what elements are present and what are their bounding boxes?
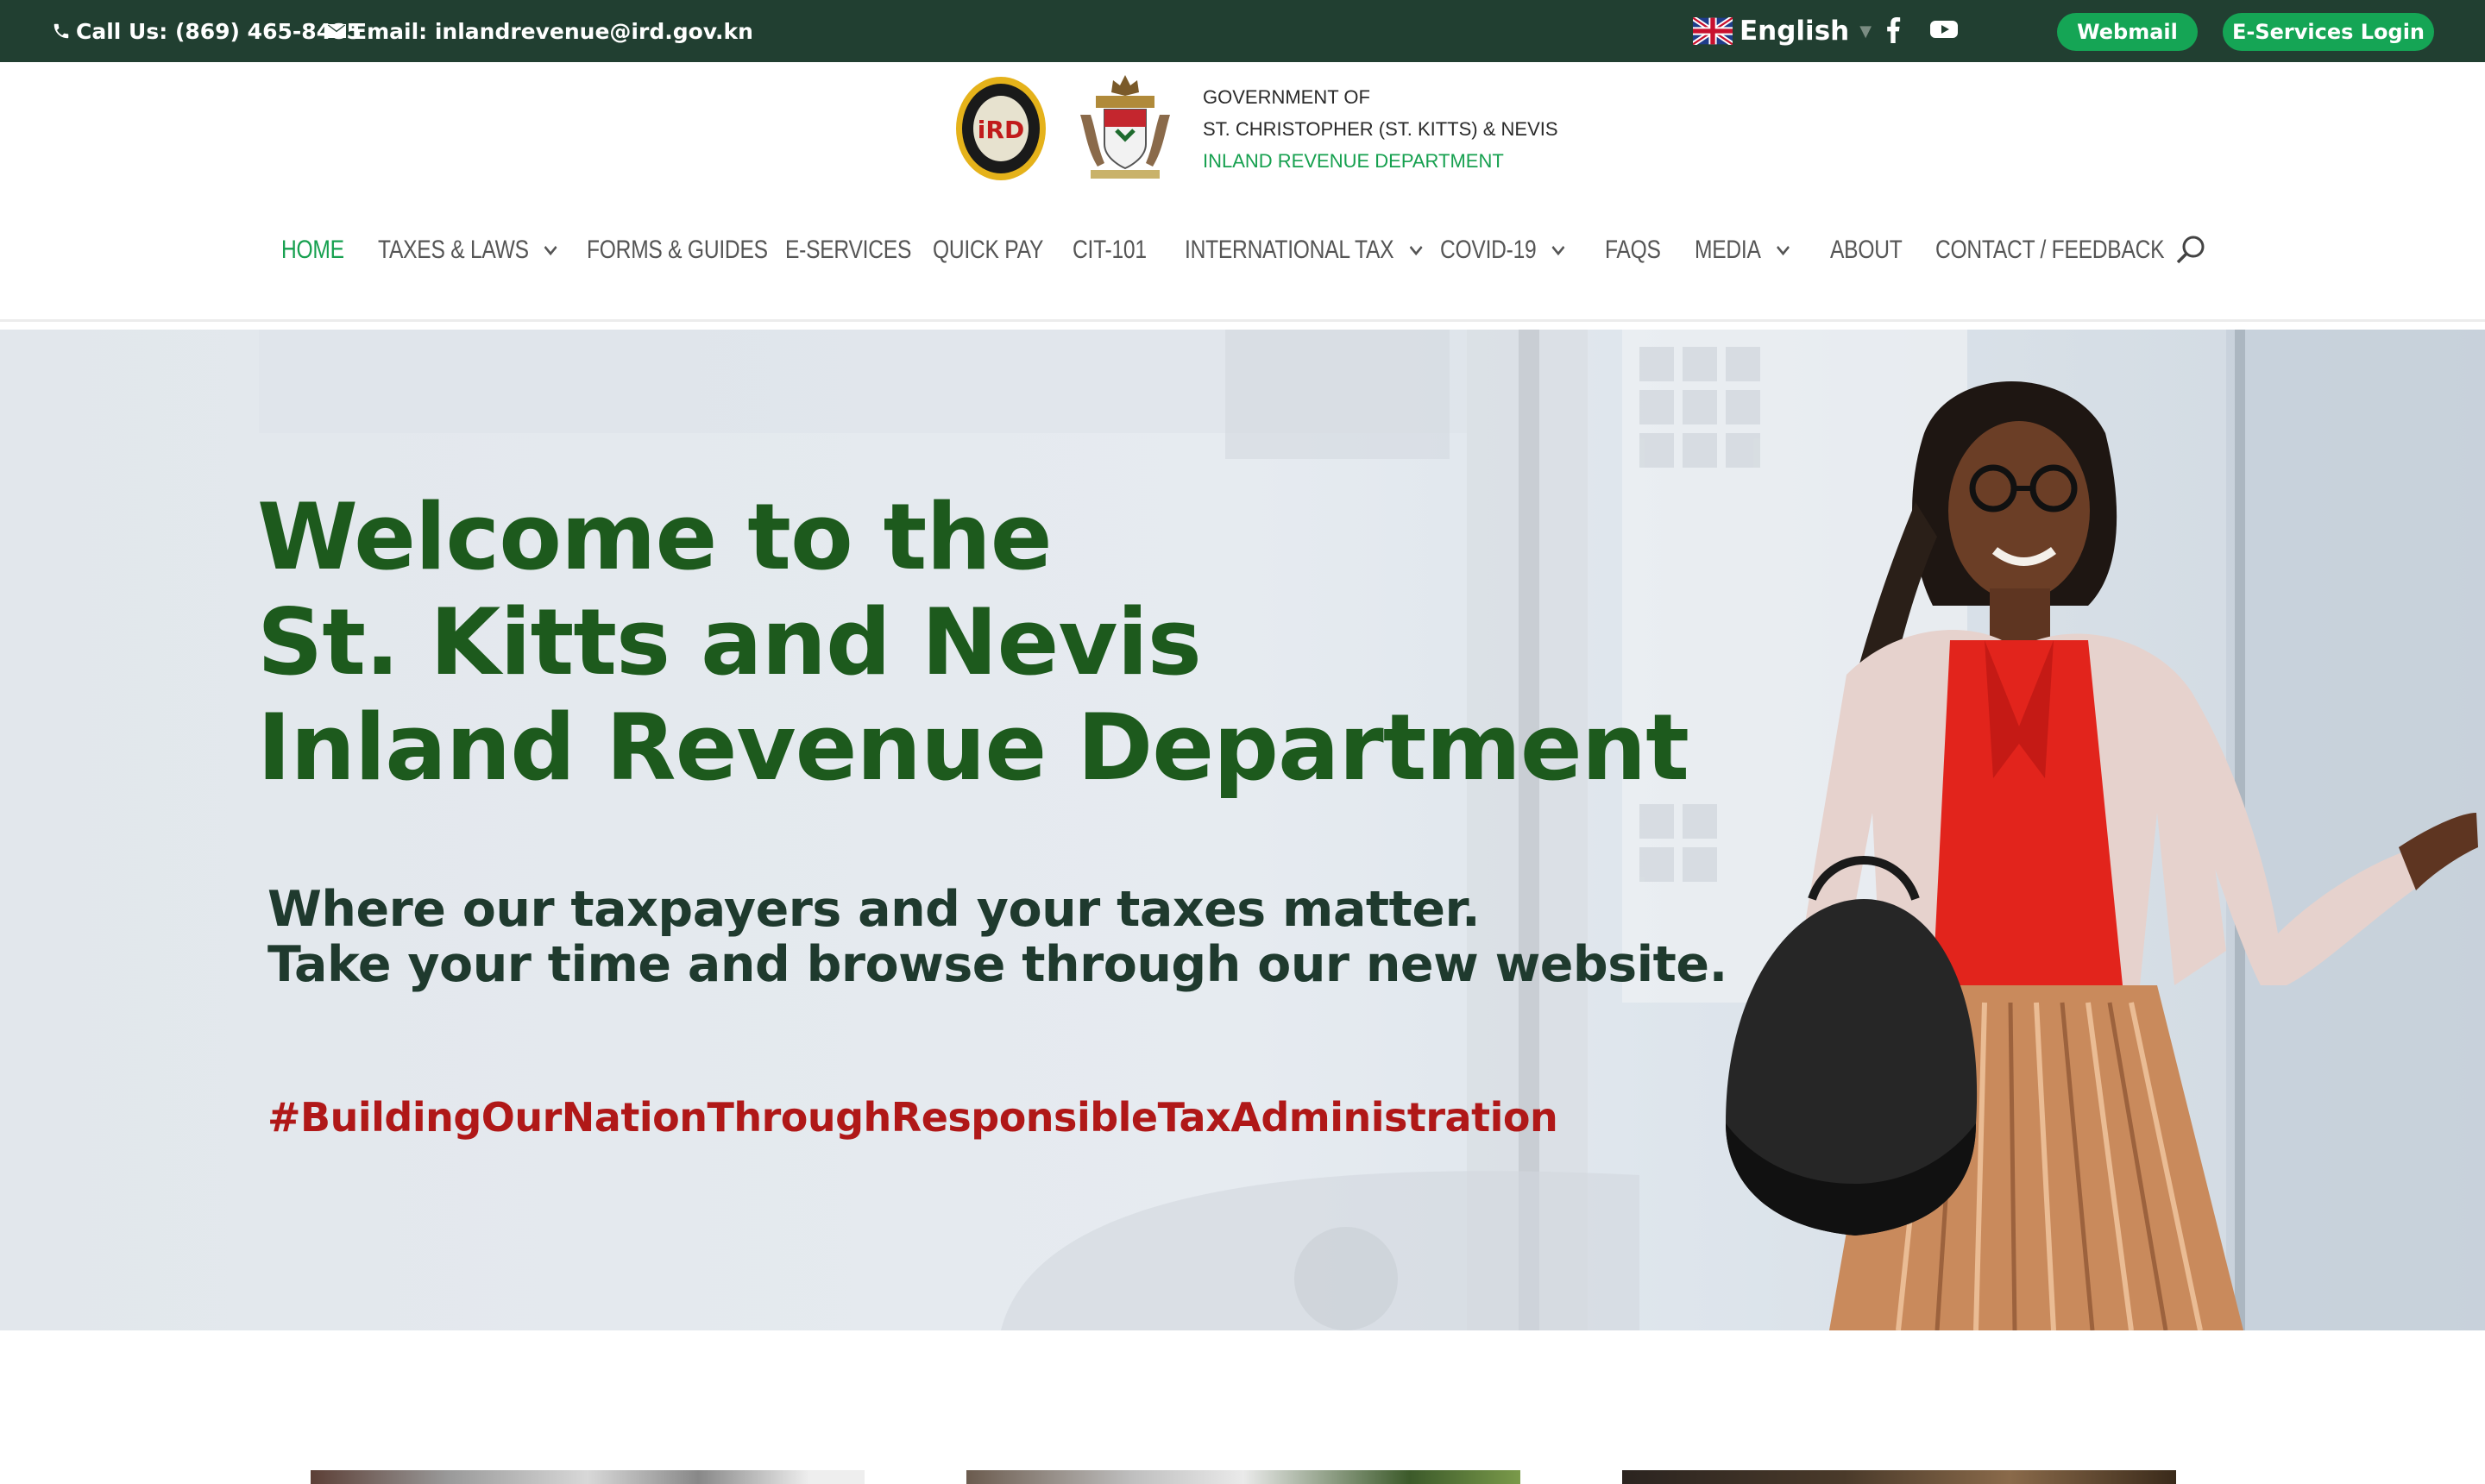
language-selector[interactable]: English ▼ bbox=[1693, 0, 1872, 62]
email-contact[interactable]: Email: inlandrevenue@ird.gov.kn bbox=[326, 0, 753, 62]
phone-contact[interactable]: Call Us: (869) 465-8485 bbox=[52, 0, 362, 62]
youtube-link[interactable] bbox=[1929, 17, 1959, 46]
nav-label: INTERNATIONAL TAX bbox=[1185, 236, 1394, 264]
chevron-down-icon bbox=[544, 245, 557, 256]
youtube-icon bbox=[1930, 21, 1958, 38]
nav-international-tax[interactable]: INTERNATIONAL TAX bbox=[1185, 223, 1424, 278]
hero-person-image bbox=[1726, 381, 2478, 1330]
nav-label: MEDIA bbox=[1695, 236, 1761, 264]
nav-covid-19[interactable]: COVID-19 bbox=[1440, 223, 1566, 278]
nav-label: HOME bbox=[281, 236, 344, 264]
chevron-down-icon bbox=[1551, 245, 1565, 256]
coat-of-arms-logo bbox=[1080, 75, 1170, 179]
chevron-down-icon bbox=[1409, 245, 1423, 256]
nav-forms-guides[interactable]: FORMS & GUIDES bbox=[587, 223, 768, 278]
nav-taxes-laws[interactable]: TAXES & LAWS bbox=[378, 223, 558, 278]
nav-contact-feedback[interactable]: CONTACT / FEEDBACK bbox=[1935, 223, 2165, 278]
feature-card-3-image[interactable] bbox=[1622, 1470, 2176, 1484]
nav-label: FORMS & GUIDES bbox=[587, 236, 768, 264]
nav-media[interactable]: MEDIA bbox=[1695, 223, 1790, 278]
phone-icon bbox=[53, 23, 69, 39]
feature-card-2-image[interactable] bbox=[966, 1470, 1520, 1484]
phone-text: Call Us: (869) 465-8485 bbox=[76, 18, 362, 44]
nav-divider bbox=[0, 319, 2485, 322]
nav-label: COVID-19 bbox=[1440, 236, 1537, 264]
nav-label: ABOUT bbox=[1830, 236, 1903, 264]
nav-label: CIT-101 bbox=[1073, 236, 1147, 264]
email-text: Email: inlandrevenue@ird.gov.kn bbox=[352, 18, 753, 44]
facebook-icon bbox=[1887, 17, 1901, 43]
gov-line-3: INLAND REVENUE DEPARTMENT bbox=[1203, 149, 1504, 172]
nav-quick-pay[interactable]: QUICK PAY bbox=[933, 223, 1043, 278]
main-nav: HOME TAXES & LAWS FORMS & GUIDES E-SERVI… bbox=[0, 223, 2485, 278]
nav-label: QUICK PAY bbox=[933, 236, 1044, 264]
search-icon[interactable] bbox=[2174, 233, 2209, 267]
government-title: GOVERNMENT OF ST. CHRISTOPHER (ST. KITTS… bbox=[1203, 81, 1558, 177]
gov-line-1: GOVERNMENT OF bbox=[1203, 85, 1370, 108]
webmail-button[interactable]: Webmail bbox=[2057, 13, 2198, 51]
nav-about[interactable]: ABOUT bbox=[1830, 223, 1903, 278]
ird-seal-logo: iRD bbox=[956, 77, 1046, 180]
hero-banner: Welcome to the St. Kitts and Nevis Inlan… bbox=[0, 330, 2485, 1330]
uk-flag-icon bbox=[1693, 17, 1733, 45]
nav-home[interactable]: HOME bbox=[281, 223, 344, 278]
nav-cit-101[interactable]: CIT-101 bbox=[1073, 223, 1147, 278]
envelope-icon bbox=[327, 24, 346, 38]
nav-label: TAXES & LAWS bbox=[378, 236, 529, 264]
eservices-login-button[interactable]: E-Services Login bbox=[2223, 13, 2434, 51]
nav-label: E-SERVICES bbox=[785, 236, 912, 264]
hero-hashtag: #BuildingOurNationThroughResponsibleTaxA… bbox=[267, 1094, 1558, 1141]
caret-down-icon: ▼ bbox=[1859, 22, 1872, 41]
seal-text: iRD bbox=[978, 116, 1024, 144]
feature-card-1-image[interactable] bbox=[311, 1470, 865, 1484]
nav-e-services[interactable]: E-SERVICES bbox=[785, 223, 911, 278]
language-label: English bbox=[1740, 16, 1850, 47]
top-bar: Call Us: (869) 465-8485 Email: inlandrev… bbox=[0, 0, 2485, 62]
nav-faqs[interactable]: FAQS bbox=[1605, 223, 1661, 278]
facebook-link[interactable] bbox=[1884, 17, 1902, 47]
chevron-down-icon bbox=[1776, 245, 1790, 256]
site-logo[interactable]: iRD GOVERNMENT OF ST. CHRISTOPHER (ST. K… bbox=[954, 71, 1558, 186]
gov-line-2: ST. CHRISTOPHER (ST. KITTS) & NEVIS bbox=[1203, 117, 1558, 140]
nav-label: CONTACT / FEEDBACK bbox=[1935, 236, 2165, 264]
nav-label: FAQS bbox=[1605, 236, 1661, 264]
